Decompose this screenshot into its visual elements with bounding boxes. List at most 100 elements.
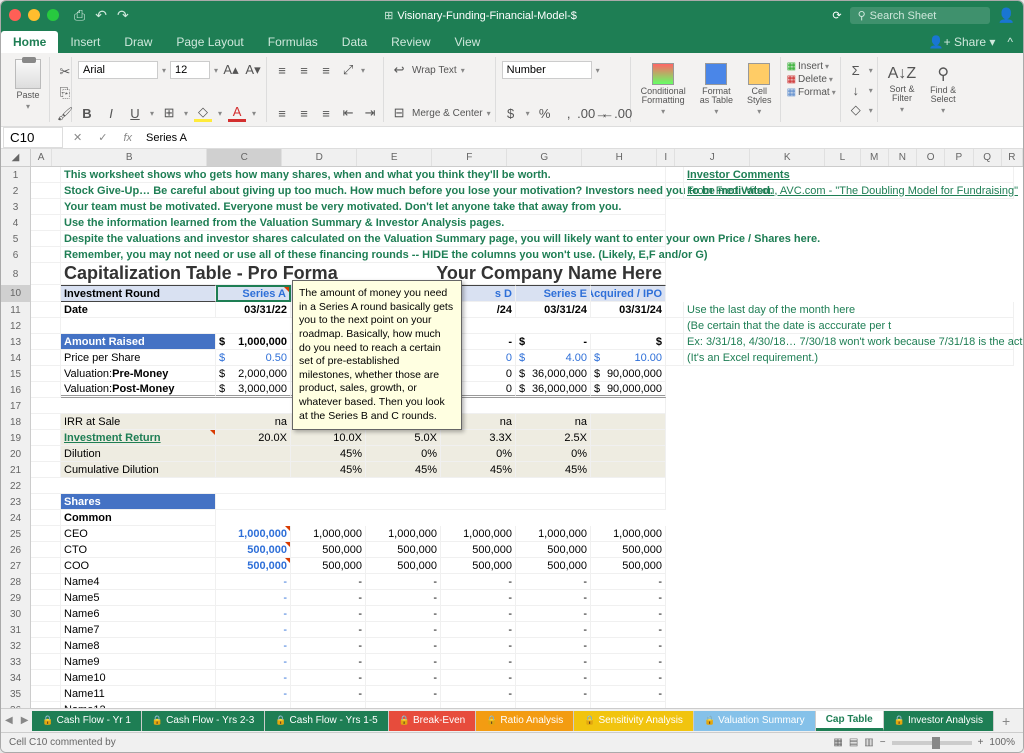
- select-all[interactable]: ◢: [1, 149, 31, 166]
- add-sheet[interactable]: +: [994, 713, 1018, 729]
- format-as-table[interactable]: Format as Table▾: [696, 61, 737, 118]
- sheet-nav-prev[interactable]: ▶: [17, 715, 33, 726]
- copy-icon[interactable]: ⎘: [56, 84, 74, 101]
- font-size[interactable]: [170, 61, 210, 79]
- tab-insert[interactable]: Insert: [58, 31, 112, 53]
- format-cells[interactable]: ▦ Format ▾: [787, 87, 836, 98]
- align-bottom-icon[interactable]: ≡: [317, 61, 335, 79]
- delete-cells[interactable]: ▦ Delete ▾: [787, 74, 836, 85]
- percent-icon[interactable]: %: [536, 104, 554, 122]
- col-L[interactable]: L: [825, 149, 860, 166]
- col-P[interactable]: P: [945, 149, 973, 166]
- wrap-text-icon[interactable]: ↩: [390, 61, 408, 79]
- increase-decimal-icon[interactable]: .00→: [584, 104, 602, 122]
- tab-formulas[interactable]: Formulas: [256, 31, 330, 53]
- bold-button[interactable]: B: [78, 104, 96, 122]
- investor-link[interactable]: From Fred Wilson, AVC.com - "The Doublin…: [684, 183, 1014, 199]
- sheet-tab[interactable]: 🔒Cash Flow - Yrs 1-5: [265, 711, 388, 731]
- tab-review[interactable]: Review: [379, 31, 442, 53]
- autosum-icon[interactable]: Σ: [847, 61, 865, 79]
- fill-color-button[interactable]: ◇: [194, 104, 212, 122]
- sheet-tab[interactable]: 🔒Cash Flow - Yr 1: [32, 711, 142, 731]
- tab-data[interactable]: Data: [330, 31, 379, 53]
- insert-cells[interactable]: ▦ Insert ▾: [787, 61, 836, 72]
- number-format[interactable]: [502, 61, 592, 79]
- spreadsheet-grid[interactable]: ◢ A B C D E F G H I J K L M N O P Q R 1T…: [1, 149, 1023, 708]
- tab-home[interactable]: Home: [1, 31, 58, 53]
- col-B[interactable]: B: [52, 149, 207, 166]
- close-window[interactable]: [9, 9, 21, 21]
- formula-input[interactable]: Series A: [140, 130, 1023, 146]
- currency-icon[interactable]: $: [502, 104, 520, 122]
- col-C[interactable]: C: [207, 149, 282, 166]
- conditional-formatting[interactable]: Conditional Formatting▾: [637, 61, 690, 118]
- undo-icon[interactable]: ↶: [95, 7, 107, 24]
- collapse-ribbon[interactable]: ^: [1007, 35, 1013, 49]
- sheet-tab[interactable]: 🔒Break-Even: [389, 711, 476, 731]
- history-icon[interactable]: ⟳: [832, 9, 841, 22]
- zoom-level[interactable]: 100%: [989, 737, 1015, 748]
- align-center-icon[interactable]: ≡: [295, 104, 313, 122]
- confirm-fx[interactable]: ✓: [90, 131, 115, 144]
- increase-indent-icon[interactable]: ⇥: [361, 104, 379, 122]
- col-M[interactable]: M: [861, 149, 889, 166]
- tab-draw[interactable]: Draw: [112, 31, 164, 53]
- sheet-nav-first[interactable]: ◀: [1, 715, 17, 726]
- cut-icon[interactable]: ✂: [56, 63, 74, 80]
- col-F[interactable]: F: [432, 149, 507, 166]
- sheet-tab[interactable]: 🔒Investor Analysis: [884, 711, 994, 731]
- view-break-icon[interactable]: ▥: [864, 737, 873, 748]
- sheet-tab[interactable]: 🔒Ratio Analysis: [476, 711, 574, 731]
- minimize-window[interactable]: [28, 9, 40, 21]
- share-button[interactable]: 👤+ Share ▾: [929, 35, 996, 49]
- align-top-icon[interactable]: ≡: [273, 61, 291, 79]
- clear-icon[interactable]: ◇: [847, 101, 865, 119]
- maximize-window[interactable]: [47, 9, 59, 21]
- tab-view[interactable]: View: [443, 31, 493, 53]
- zoom-in[interactable]: +: [978, 737, 984, 748]
- name-box[interactable]: [3, 127, 63, 148]
- col-H[interactable]: H: [582, 149, 657, 166]
- format-painter-icon[interactable]: 🖌: [56, 105, 74, 122]
- col-K[interactable]: K: [750, 149, 825, 166]
- sheet-tab[interactable]: 🔒Valuation Summary: [694, 711, 816, 731]
- cancel-fx[interactable]: ✕: [65, 131, 90, 144]
- col-I[interactable]: I: [657, 149, 675, 166]
- col-Q[interactable]: Q: [974, 149, 1002, 166]
- sheet-tab[interactable]: Cap Table: [816, 711, 884, 731]
- decrease-font-icon[interactable]: A▾: [244, 61, 262, 79]
- col-D[interactable]: D: [282, 149, 357, 166]
- col-R[interactable]: R: [1002, 149, 1023, 166]
- col-J[interactable]: J: [675, 149, 750, 166]
- underline-button[interactable]: U: [126, 104, 144, 122]
- col-O[interactable]: O: [917, 149, 945, 166]
- border-button[interactable]: ⊞: [160, 104, 178, 122]
- find-select[interactable]: ⚲Find & Select▾: [926, 62, 960, 117]
- comma-icon[interactable]: ,: [560, 104, 578, 122]
- sort-filter[interactable]: A↓ZSort & Filter▾: [884, 63, 920, 116]
- align-left-icon[interactable]: ≡: [273, 104, 291, 122]
- increase-font-icon[interactable]: A▴: [222, 61, 240, 79]
- align-right-icon[interactable]: ≡: [317, 104, 335, 122]
- fill-icon[interactable]: ↓: [847, 81, 865, 99]
- sheet-tab[interactable]: 🔒Sensitivity Analysis: [574, 711, 694, 731]
- user-icon[interactable]: 👤: [998, 7, 1015, 24]
- orientation-icon[interactable]: ⤢: [339, 61, 357, 79]
- search-input[interactable]: ⚲Search Sheet: [850, 7, 990, 24]
- fx-icon[interactable]: fx: [115, 132, 140, 144]
- font-select[interactable]: [78, 61, 158, 79]
- italic-button[interactable]: I: [102, 104, 120, 122]
- sheet-tab[interactable]: 🔒Cash Flow - Yrs 2-3: [142, 711, 265, 731]
- decrease-decimal-icon[interactable]: ←.00: [608, 104, 626, 122]
- col-E[interactable]: E: [357, 149, 432, 166]
- zoom-slider[interactable]: [892, 741, 972, 745]
- investment-return-link[interactable]: Investment Return: [61, 430, 216, 446]
- save-icon[interactable]: ⎙: [74, 7, 85, 24]
- col-N[interactable]: N: [889, 149, 917, 166]
- view-normal-icon[interactable]: ▦: [833, 737, 842, 748]
- paste-button[interactable]: Paste ▾: [11, 57, 45, 113]
- decrease-indent-icon[interactable]: ⇤: [339, 104, 357, 122]
- zoom-out[interactable]: −: [880, 737, 886, 748]
- col-G[interactable]: G: [507, 149, 582, 166]
- redo-icon[interactable]: ↷: [117, 7, 129, 24]
